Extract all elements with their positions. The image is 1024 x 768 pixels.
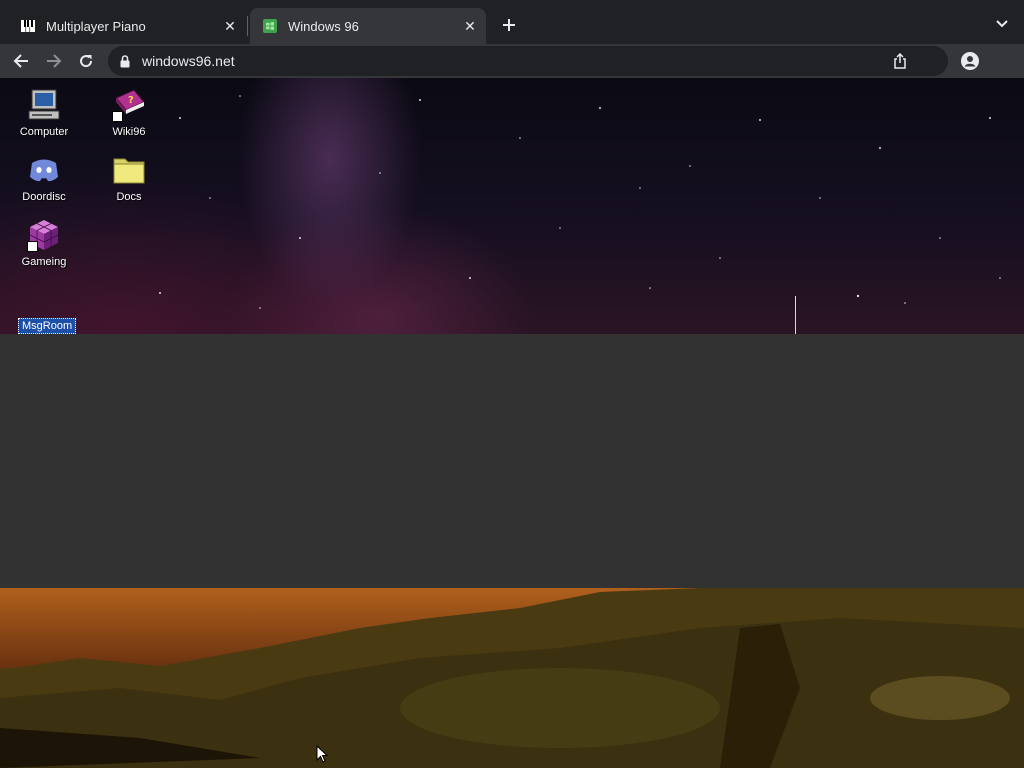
desktop-icon-label: Doordisc bbox=[22, 191, 66, 203]
tab-strip: Multiplayer Piano ✕ Windows 96 ✕ bbox=[0, 0, 1024, 44]
tab-windows96[interactable]: Windows 96 ✕ bbox=[250, 8, 486, 44]
book-help-icon: ? bbox=[112, 88, 146, 122]
back-button[interactable] bbox=[9, 49, 33, 73]
shortcut-arrow-icon bbox=[112, 111, 123, 122]
desktop-icon-label: Computer bbox=[19, 126, 69, 138]
reload-button[interactable] bbox=[74, 49, 98, 73]
piano-icon bbox=[20, 18, 36, 34]
folder-icon bbox=[112, 153, 146, 187]
profile-button[interactable] bbox=[958, 49, 982, 73]
cube-icon bbox=[27, 218, 61, 252]
desktop-icon-label: Docs bbox=[116, 191, 142, 203]
wallpaper-landscape bbox=[0, 588, 1024, 768]
tab-title: Windows 96 bbox=[288, 18, 359, 34]
new-tab-button[interactable] bbox=[498, 14, 520, 36]
forward-arrow-icon bbox=[47, 54, 62, 68]
tab-multiplayer-piano[interactable]: Multiplayer Piano ✕ bbox=[8, 8, 246, 44]
shortcut-arrow-icon bbox=[27, 241, 38, 252]
desktop-icon-msgroom-label[interactable]: MsgRoom bbox=[18, 318, 77, 334]
plus-icon bbox=[503, 19, 515, 31]
forward-button[interactable] bbox=[42, 49, 66, 73]
chevron-down-icon bbox=[996, 20, 1008, 28]
desktop-icon-computer[interactable]: Computer bbox=[4, 88, 84, 138]
desktop-icon-doordisc[interactable]: Doordisc bbox=[4, 153, 84, 203]
discord-icon bbox=[27, 153, 61, 187]
windows96-icon bbox=[262, 18, 278, 34]
tab-search-button[interactable] bbox=[992, 14, 1012, 34]
tab-title: Multiplayer Piano bbox=[46, 18, 146, 34]
desktop-icon-wiki96[interactable]: ? Wiki96 bbox=[89, 88, 169, 138]
share-icon[interactable] bbox=[890, 51, 910, 71]
mouse-pointer bbox=[316, 744, 329, 768]
reload-icon bbox=[80, 55, 93, 68]
svg-text:?: ? bbox=[128, 95, 134, 106]
desktop-icon-label: Wiki96 bbox=[112, 126, 146, 138]
browser-toolbar: windows96.net bbox=[0, 44, 1024, 78]
desktop-icon-gameing[interactable]: Gameing bbox=[4, 218, 84, 268]
computer-icon bbox=[27, 88, 61, 122]
desktop-icon-label: Gameing bbox=[21, 256, 67, 268]
back-arrow-icon bbox=[13, 54, 28, 68]
tab-divider bbox=[247, 16, 248, 36]
blank-render-area bbox=[0, 334, 1024, 588]
hills-decoration bbox=[0, 588, 1024, 768]
lock-icon[interactable] bbox=[120, 54, 134, 68]
url-text[interactable]: windows96.net bbox=[142, 53, 890, 69]
address-bar[interactable]: windows96.net bbox=[108, 46, 948, 76]
tab-close-icon[interactable]: ✕ bbox=[220, 16, 240, 36]
profile-icon bbox=[961, 52, 979, 70]
text-caret bbox=[795, 296, 796, 334]
desktop-icon-docs[interactable]: Docs bbox=[89, 153, 169, 203]
tab-close-icon[interactable]: ✕ bbox=[460, 16, 480, 36]
page-viewport[interactable]: Computer ? Wiki96 Doordisc Docs Gameing … bbox=[0, 78, 1024, 768]
wallpaper-sky: Computer ? Wiki96 Doordisc Docs Gameing … bbox=[0, 78, 1024, 334]
